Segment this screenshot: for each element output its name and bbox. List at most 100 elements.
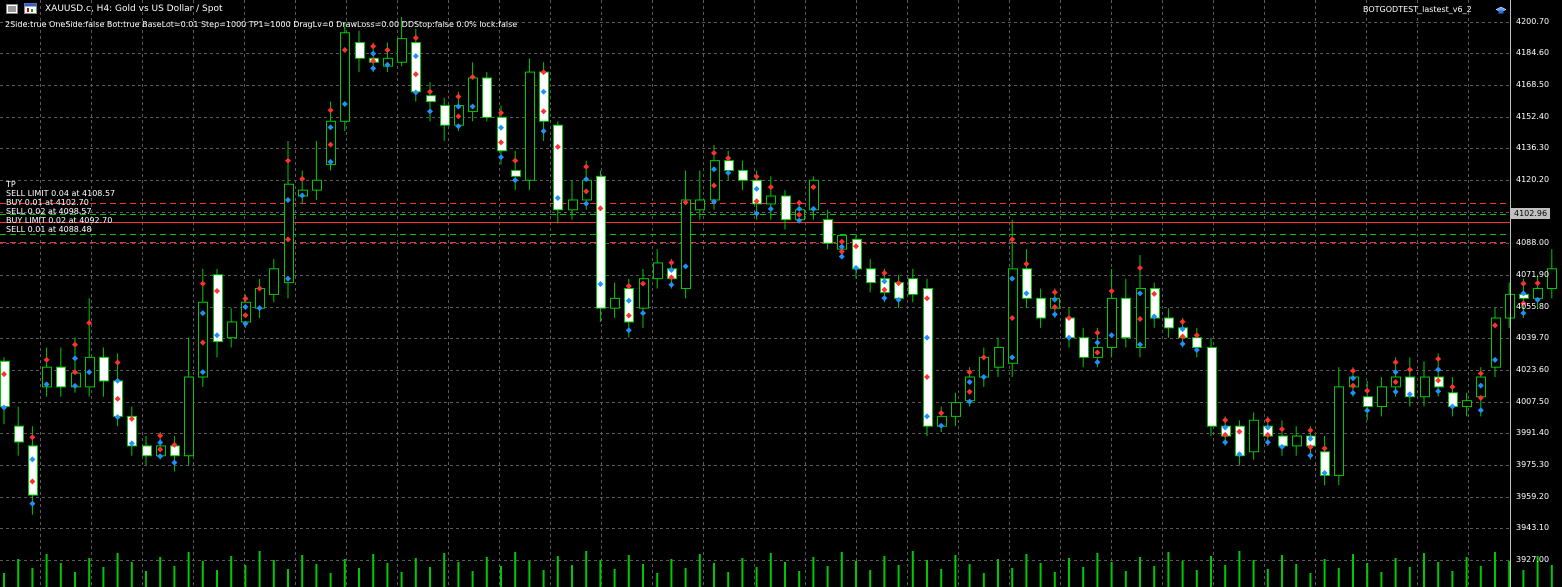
sell-arrow-marker bbox=[938, 409, 945, 416]
price-tick-label: 4200.70 bbox=[1516, 16, 1550, 26]
sell-arrow-marker bbox=[1534, 280, 1541, 287]
buy-arrow-marker bbox=[72, 355, 78, 362]
sell-arrow-marker bbox=[1321, 445, 1328, 452]
candle-body bbox=[681, 199, 691, 289]
candle-body bbox=[695, 199, 705, 211]
price-tick-label: 4168.50 bbox=[1516, 79, 1550, 89]
sell-arrow-marker bbox=[1350, 367, 1356, 374]
candle-body bbox=[426, 95, 436, 103]
candle-body bbox=[1377, 386, 1387, 408]
buy-arrow-marker bbox=[512, 177, 519, 184]
buy-arrow-marker bbox=[370, 50, 377, 57]
sell-arrow-marker bbox=[583, 163, 590, 170]
price-tick-label: 3975.30 bbox=[1516, 459, 1550, 469]
order-label: BUY LIMIT 0.02 at 4092.70 bbox=[6, 216, 113, 225]
sell-arrow-marker bbox=[1520, 280, 1527, 287]
buy-arrow-marker bbox=[625, 327, 632, 334]
candle-body bbox=[951, 402, 961, 417]
buy-arrow-marker bbox=[838, 253, 845, 260]
candle-body bbox=[852, 238, 862, 270]
sell-arrow-marker bbox=[114, 359, 121, 366]
candle-body bbox=[1420, 376, 1430, 398]
candle-body bbox=[213, 274, 223, 343]
buy-arrow-marker bbox=[1392, 388, 1399, 395]
sell-arrow-marker bbox=[1364, 387, 1371, 394]
candle-body bbox=[994, 347, 1004, 368]
candle-body bbox=[823, 219, 833, 244]
candle-body bbox=[766, 195, 776, 205]
order-label: SELL 0.02 at 4098.57 bbox=[6, 207, 92, 216]
buy-arrow-marker bbox=[1350, 390, 1356, 397]
candle-body bbox=[710, 160, 720, 201]
sell-arrow-marker bbox=[29, 434, 36, 441]
price-tick-label: 4055.80 bbox=[1516, 301, 1550, 311]
sell-arrow-marker bbox=[1392, 359, 1399, 366]
candle-body bbox=[809, 179, 819, 211]
sell-arrow-marker bbox=[455, 93, 462, 100]
price-tick-label: 4120.20 bbox=[1516, 174, 1550, 184]
ea-name: BOTGODTEST_lastest_v6_2 bbox=[1363, 5, 1472, 14]
candle-body bbox=[1363, 396, 1373, 408]
candle-body bbox=[1462, 400, 1472, 408]
list-icon[interactable] bbox=[6, 4, 18, 14]
sell-arrow-marker bbox=[327, 107, 334, 114]
buy-arrow-marker bbox=[1094, 339, 1101, 346]
candle-body bbox=[1334, 386, 1344, 476]
window-icon[interactable] bbox=[24, 3, 37, 14]
sell-arrow-marker bbox=[1094, 329, 1101, 336]
candle-body bbox=[184, 376, 194, 457]
buy-arrow-marker bbox=[583, 200, 590, 207]
sell-arrow-marker bbox=[711, 149, 717, 156]
buy-arrow-marker bbox=[1307, 452, 1314, 459]
candle-body bbox=[596, 175, 606, 309]
sell-arrow-marker bbox=[498, 109, 504, 116]
sell-arrow-marker bbox=[512, 157, 519, 164]
buy-arrow-marker bbox=[1364, 407, 1371, 414]
candle-body bbox=[525, 71, 535, 181]
candle-body bbox=[1065, 317, 1075, 339]
sell-arrow-marker bbox=[1179, 318, 1186, 325]
sell-arrow-marker bbox=[1477, 370, 1484, 377]
buy-arrow-marker bbox=[1477, 407, 1484, 414]
candle-body bbox=[355, 42, 365, 59]
candle-body bbox=[227, 321, 237, 339]
candle-body bbox=[866, 268, 876, 284]
candle-body bbox=[497, 116, 507, 152]
buy-arrow-marker bbox=[1435, 366, 1442, 373]
candle-body bbox=[511, 169, 521, 177]
candle-body bbox=[28, 445, 38, 496]
candle-body bbox=[738, 169, 748, 181]
candle-body bbox=[14, 425, 24, 443]
sell-arrow-marker bbox=[427, 88, 433, 95]
sell-arrow-marker bbox=[767, 184, 774, 191]
price-tick-label: 4152.40 bbox=[1516, 111, 1550, 121]
candle-body bbox=[1079, 337, 1089, 358]
sell-arrow-marker bbox=[668, 259, 675, 266]
order-label: SELL 0.01 at 4088.48 bbox=[6, 225, 92, 234]
sell-arrow-marker bbox=[199, 280, 206, 287]
candle-body bbox=[1278, 435, 1288, 447]
price-tick-label: 4136.30 bbox=[1516, 143, 1550, 153]
sell-arrow-marker bbox=[1406, 366, 1413, 373]
candle-body bbox=[923, 288, 933, 427]
buy-arrow-marker bbox=[640, 310, 646, 317]
sell-arrow-marker bbox=[1009, 236, 1016, 243]
price-chart[interactable] bbox=[0, 0, 1562, 587]
price-tick-label: 4184.60 bbox=[1516, 48, 1550, 58]
sell-arrow-marker bbox=[1222, 417, 1229, 424]
price-tick-label: 4007.50 bbox=[1516, 396, 1550, 406]
candle-body bbox=[255, 288, 265, 309]
candle-body bbox=[340, 32, 350, 122]
candle-body bbox=[1292, 435, 1302, 447]
candle-body bbox=[1249, 419, 1259, 453]
graduation-cap-icon[interactable] bbox=[1496, 6, 1506, 15]
order-label: SELL LIMIT 0.04 at 4108.57 bbox=[6, 189, 116, 198]
candle-body bbox=[724, 160, 734, 171]
candle-body bbox=[99, 356, 109, 382]
sell-arrow-marker bbox=[796, 199, 803, 206]
candle-body bbox=[1121, 297, 1131, 339]
sell-arrow-marker bbox=[43, 356, 50, 363]
buy-arrow-marker bbox=[540, 128, 547, 135]
candle-body bbox=[653, 262, 663, 280]
candle-body bbox=[781, 195, 791, 221]
